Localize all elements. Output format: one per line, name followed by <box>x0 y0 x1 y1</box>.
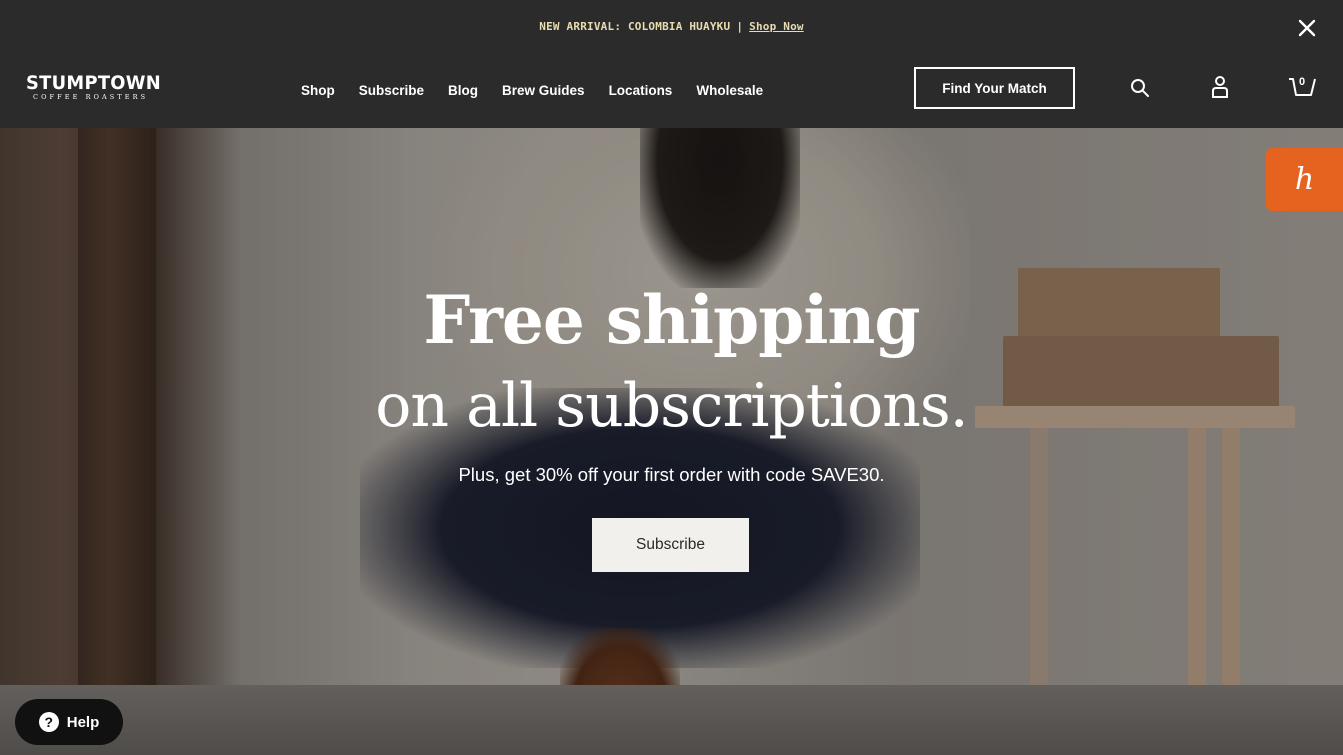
nav-subscribe[interactable]: Subscribe <box>359 83 424 98</box>
hero-image: Free shipping on all subscriptions. Plus… <box>0 128 1343 755</box>
search-icon <box>1131 79 1149 97</box>
nav-shop[interactable]: Shop <box>301 83 335 98</box>
subscribe-button[interactable]: Subscribe <box>592 518 749 572</box>
announcement-separator: | <box>736 19 744 33</box>
announcement-bar: NEW ARRIVAL: COLOMBIA HUAYKU | Shop Now <box>0 0 1343 52</box>
nav-blog[interactable]: Blog <box>448 83 478 98</box>
help-icon: ? <box>38 712 59 732</box>
primary-nav: Shop Subscribe Blog Brew Guides Location… <box>301 52 763 128</box>
cart-count: 0 <box>1298 76 1306 88</box>
stumptown-logo[interactable]: STUMPTOWN COFFEE ROASTERS <box>26 73 170 101</box>
main-header: STUMPTOWN COFFEE ROASTERS Shop Subscribe… <box>0 52 1343 128</box>
logo-tagline: COFFEE ROASTERS <box>33 93 149 101</box>
find-your-match-button[interactable]: Find Your Match <box>914 67 1075 109</box>
hero-headline-line2: on all subscriptions. <box>375 371 969 441</box>
nav-wholesale[interactable]: Wholesale <box>696 83 763 98</box>
honey-extension-button[interactable]: h <box>1266 148 1343 211</box>
hero-headline-line1: Free shipping <box>423 281 920 359</box>
user-icon <box>1212 76 1228 98</box>
search-button[interactable] <box>1128 76 1152 100</box>
help-label: Help <box>66 713 100 731</box>
shop-now-link[interactable]: Shop Now <box>749 20 804 33</box>
close-announcement-button[interactable] <box>1295 16 1319 40</box>
nav-locations[interactable]: Locations <box>609 83 673 98</box>
announcement-text: NEW ARRIVAL: COLOMBIA HUAYKU <box>539 19 731 33</box>
hero-subtext: Plus, get 30% off your first order with … <box>458 464 885 485</box>
cart-button[interactable]: 0 <box>1286 72 1318 100</box>
hero-overlay <box>0 128 1343 755</box>
logo-wordmark: STUMPTOWN <box>26 72 161 94</box>
nav-brew-guides[interactable]: Brew Guides <box>502 83 585 98</box>
help-button[interactable]: ? Help <box>15 699 123 745</box>
honey-logo-icon: h <box>1294 162 1315 197</box>
close-icon <box>1298 19 1316 37</box>
account-button[interactable] <box>1208 74 1232 100</box>
